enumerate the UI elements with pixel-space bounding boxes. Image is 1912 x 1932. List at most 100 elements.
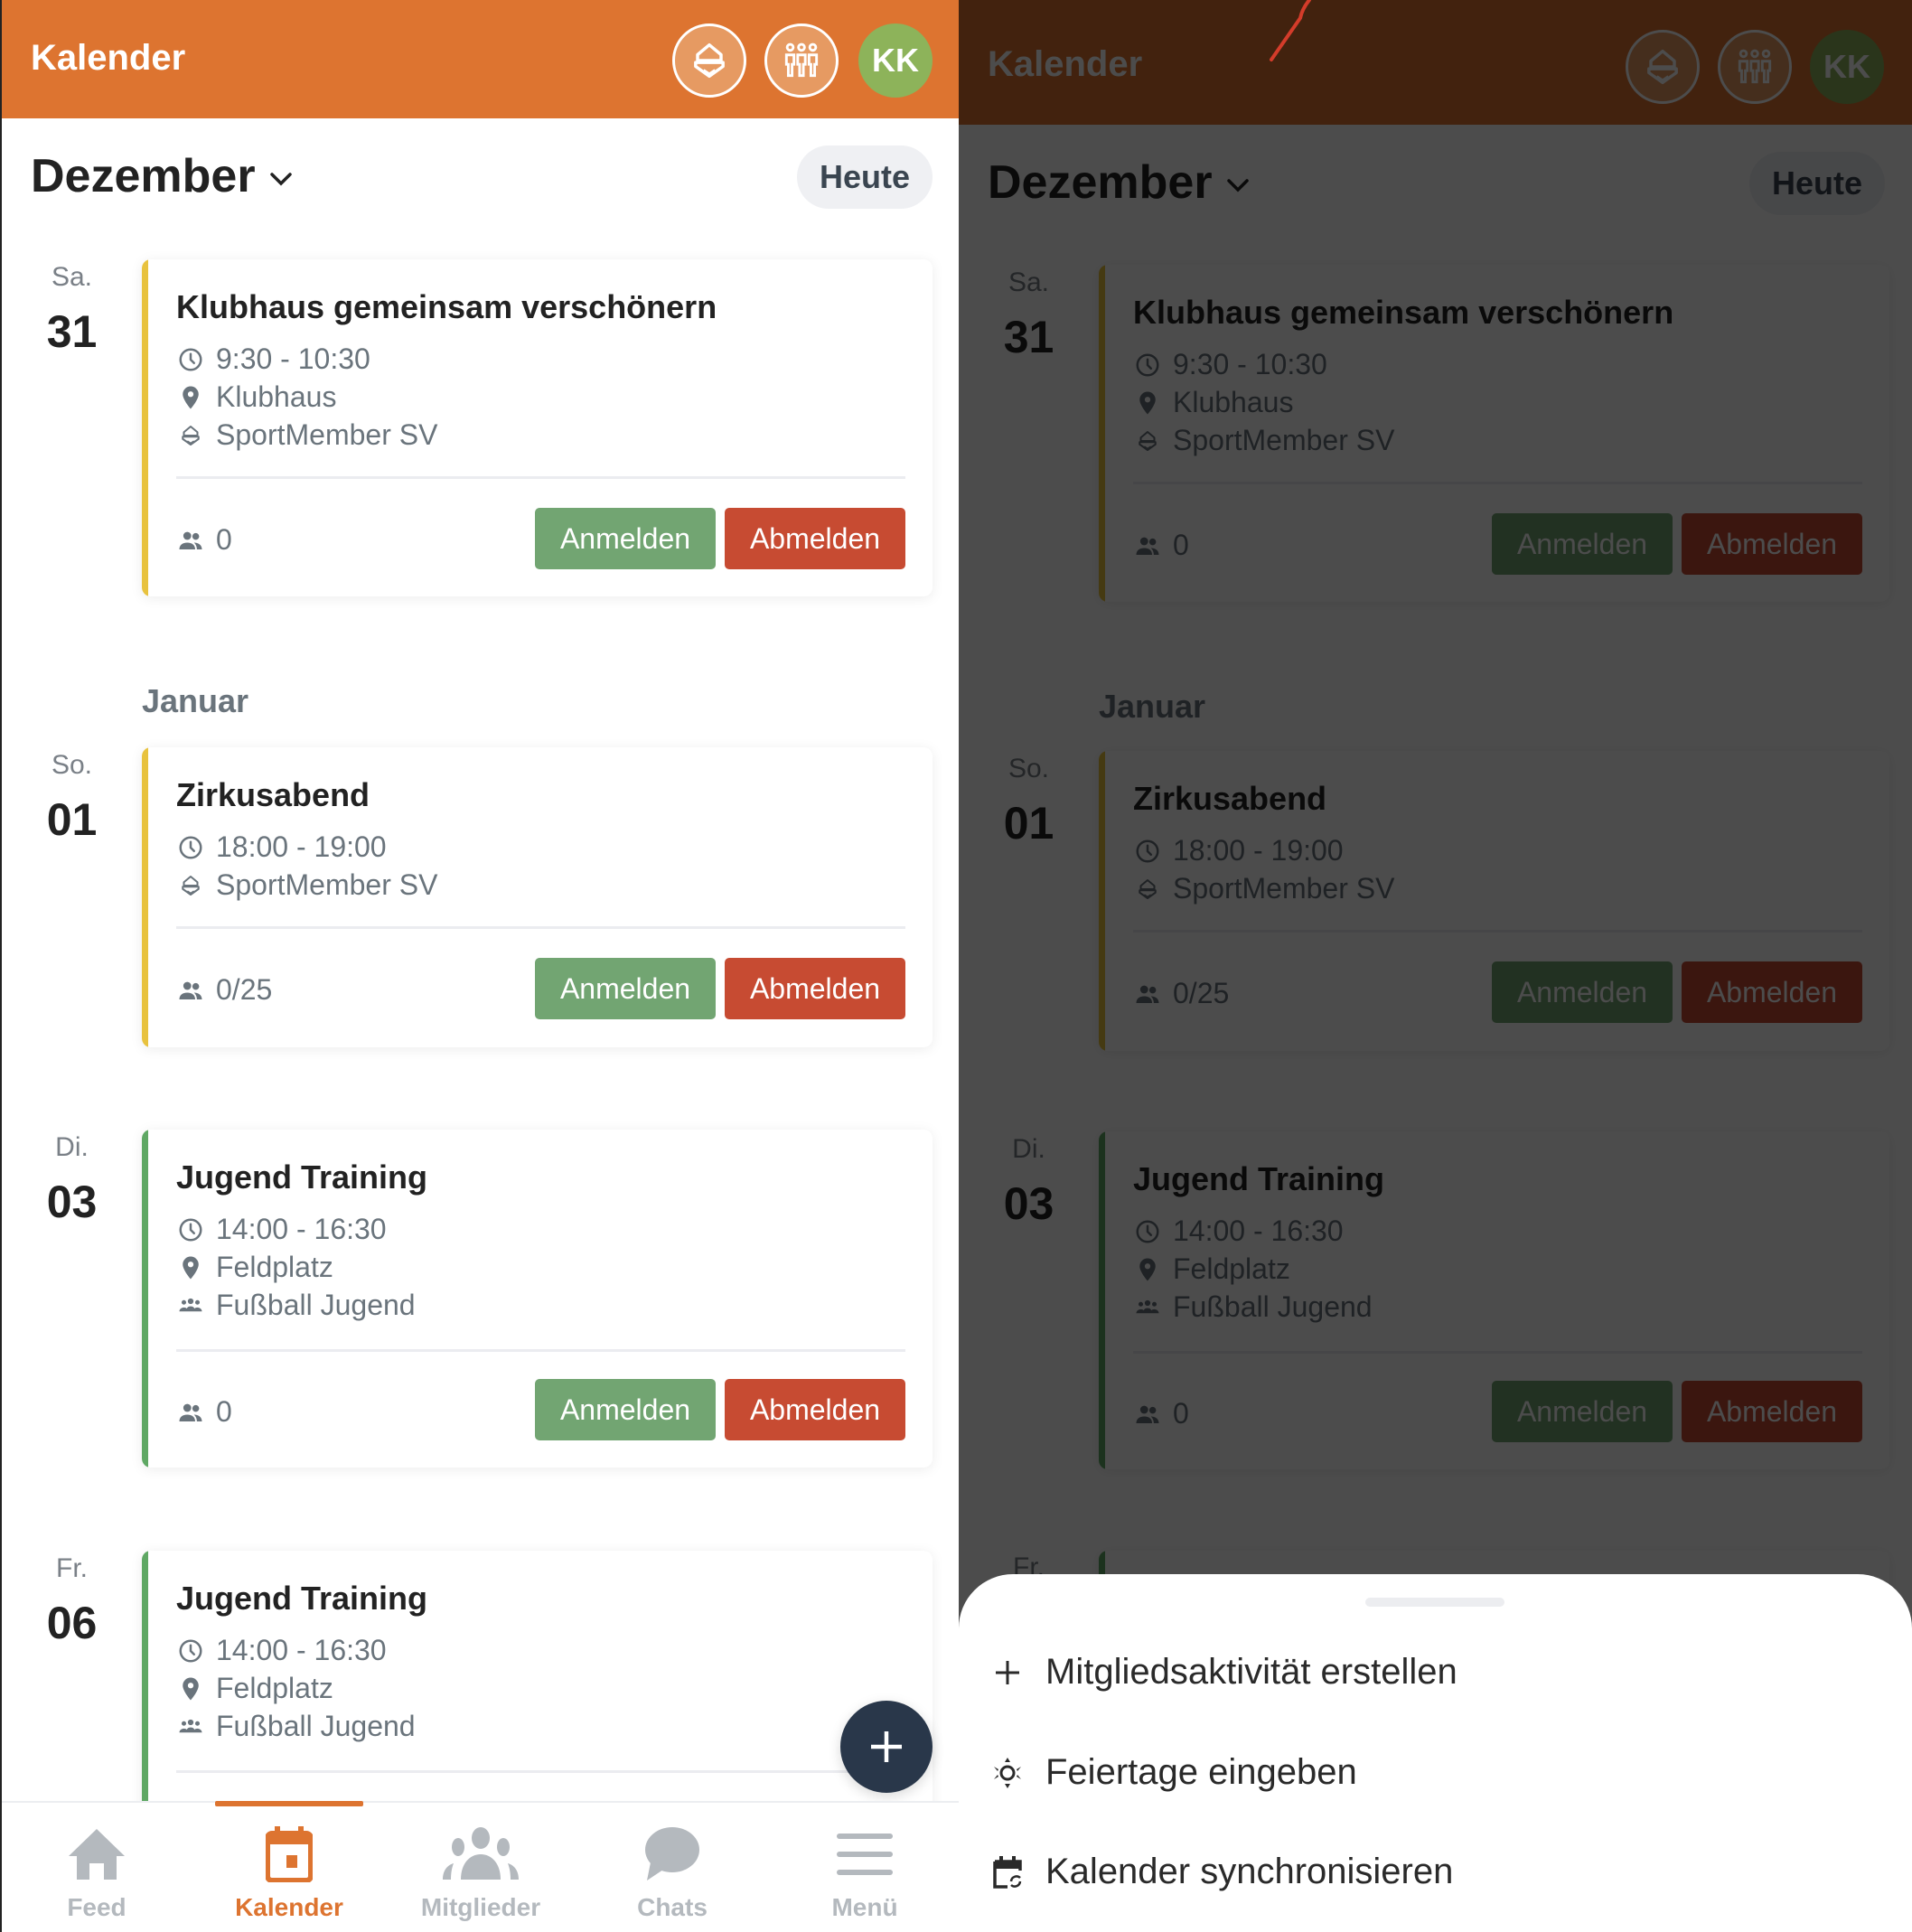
event-title: Klubhaus gemeinsam verschönern	[176, 288, 717, 325]
day-number: 31	[46, 306, 98, 357]
signoff-button[interactable]: Abmelden	[725, 508, 905, 569]
signup-button[interactable]: Anmelden	[535, 508, 716, 569]
month-selector[interactable]: Dezember	[31, 149, 294, 203]
event-time-text: 14:00 - 16:30	[216, 1213, 387, 1245]
event-location: Feldplatz	[176, 1672, 333, 1705]
event-time-text: 14:00 - 16:30	[216, 1634, 387, 1666]
clock-icon	[177, 346, 204, 373]
enter-holidays-item[interactable]: Feiertage eingeben	[991, 1752, 1357, 1793]
event-organizer: SportMember SV	[176, 418, 437, 452]
home-icon	[69, 1829, 125, 1880]
date-label: Di. 03	[2, 1132, 142, 1228]
event-time-text: 9:30 - 10:30	[216, 342, 370, 375]
event-time: 18:00 - 19:00	[176, 830, 387, 864]
attendee-count-text: 0/25	[216, 973, 273, 1006]
event-time: 14:00 - 16:30	[176, 1634, 387, 1667]
sheet-drag-handle[interactable]	[1365, 1598, 1504, 1607]
page-title: Kalender	[31, 38, 186, 78]
annotation-stroke	[1270, 0, 1311, 61]
event-title: Jugend Training	[176, 1158, 428, 1196]
card-divider	[176, 1349, 905, 1352]
groups-icon	[784, 42, 819, 78]
attendee-count-text: 0	[216, 523, 232, 556]
nav-label: Mitglieder	[420, 1893, 541, 1921]
event-organizer: Fußball Jugend	[176, 1289, 416, 1322]
signoff-button[interactable]: Abmelden	[725, 1379, 905, 1440]
nav-menu[interactable]: Menü	[797, 1823, 933, 1922]
sheet-item-label: Mitgliedsaktivität erstellen	[1045, 1652, 1457, 1692]
event-organizer-text: Fußball Jugend	[216, 1289, 416, 1321]
nav-kalender[interactable]: Kalender	[221, 1823, 357, 1922]
location-pin-icon	[177, 384, 204, 411]
clock-icon	[177, 1216, 204, 1243]
event-location: Klubhaus	[176, 380, 336, 414]
clock-icon	[177, 1637, 204, 1665]
event-location-text: Feldplatz	[216, 1251, 333, 1283]
nav-chats[interactable]: Chats	[605, 1823, 740, 1922]
nav-label: Chats	[637, 1893, 708, 1921]
people-icon	[177, 1399, 204, 1426]
event-time-text: 18:00 - 19:00	[216, 830, 387, 863]
club-icon	[177, 872, 204, 899]
today-button[interactable]: Heute	[797, 145, 933, 209]
nav-label: Kalender	[235, 1893, 343, 1921]
event-card[interactable]: Jugend Training 14:00 - 16:30 Feldplatz …	[142, 1130, 933, 1468]
add-event-button[interactable]	[840, 1701, 933, 1793]
weekday: Di.	[55, 1132, 89, 1162]
sheet-item-label: Kalender synchronisieren	[1045, 1852, 1454, 1891]
date-label: Fr. 06	[2, 1553, 142, 1649]
nav-feed[interactable]: Feed	[29, 1823, 164, 1922]
event-time: 9:30 - 10:30	[176, 342, 370, 376]
location-pin-icon	[177, 1675, 204, 1702]
weekday: Fr.	[56, 1553, 88, 1583]
date-label: Sa. 31	[2, 262, 142, 358]
nav-label: Feed	[67, 1893, 127, 1921]
chevron-down-icon	[269, 173, 292, 186]
event-organizer: SportMember SV	[176, 868, 437, 902]
attendee-count: 0/25	[176, 973, 272, 1007]
calendar-icon	[266, 1826, 313, 1882]
day-number: 06	[46, 1598, 98, 1648]
nav-label: Menü	[831, 1893, 898, 1921]
club-switch-button[interactable]	[672, 23, 746, 98]
day-number: 01	[46, 794, 98, 845]
calendar-screen-with-action-sheet: Kalender KK Dezember Heute Sa. 31 Klubha…	[959, 0, 1912, 1932]
attendee-count: 0	[176, 523, 232, 557]
event-accent-bar	[142, 1130, 148, 1468]
plus-icon	[871, 1731, 902, 1762]
groups-button[interactable]	[764, 23, 839, 98]
card-divider	[176, 476, 905, 479]
sync-calendar-item[interactable]: Kalender synchronisieren	[991, 1852, 1453, 1892]
group-icon	[177, 1713, 204, 1740]
create-member-activity-item[interactable]: Mitgliedsaktivität erstellen	[991, 1652, 1457, 1693]
signup-button[interactable]: Anmelden	[535, 958, 716, 1019]
event-card[interactable]: Klubhaus gemeinsam verschönern 9:30 - 10…	[142, 259, 933, 596]
holiday-icon	[994, 1757, 1021, 1788]
attendee-count-text: 0	[216, 1395, 232, 1428]
club-icon	[177, 422, 204, 449]
event-title: Jugend Training	[176, 1580, 428, 1617]
people-icon	[177, 977, 204, 1004]
event-organizer-text: SportMember SV	[216, 418, 438, 451]
nav-mitglieder[interactable]: Mitglieder	[413, 1823, 548, 1922]
avatar[interactable]: KK	[858, 23, 933, 98]
signoff-button[interactable]: Abmelden	[725, 958, 905, 1019]
event-card[interactable]: Zirkusabend 18:00 - 19:00 SportMember SV…	[142, 747, 933, 1047]
app-bar: Kalender KK	[2, 0, 959, 118]
menu-icon	[837, 1834, 893, 1875]
action-sheet: Mitgliedsaktivität erstellen Feiertage e…	[959, 1574, 1912, 1932]
active-tab-indicator	[215, 1801, 363, 1806]
calendar-sync-icon	[993, 1855, 1022, 1889]
location-pin-icon	[177, 1254, 204, 1281]
event-title: Zirkusabend	[176, 776, 370, 813]
event-organizer: Fußball Jugend	[176, 1710, 416, 1743]
card-divider	[176, 926, 905, 929]
event-location-text: Klubhaus	[216, 380, 337, 413]
signup-button[interactable]: Anmelden	[535, 1379, 716, 1440]
people-icon	[177, 527, 204, 554]
group-icon	[177, 1292, 204, 1319]
event-accent-bar	[142, 259, 148, 596]
weekday: So.	[51, 750, 93, 780]
sheet-item-label: Feiertage eingeben	[1045, 1752, 1357, 1792]
day-number: 03	[46, 1177, 98, 1227]
